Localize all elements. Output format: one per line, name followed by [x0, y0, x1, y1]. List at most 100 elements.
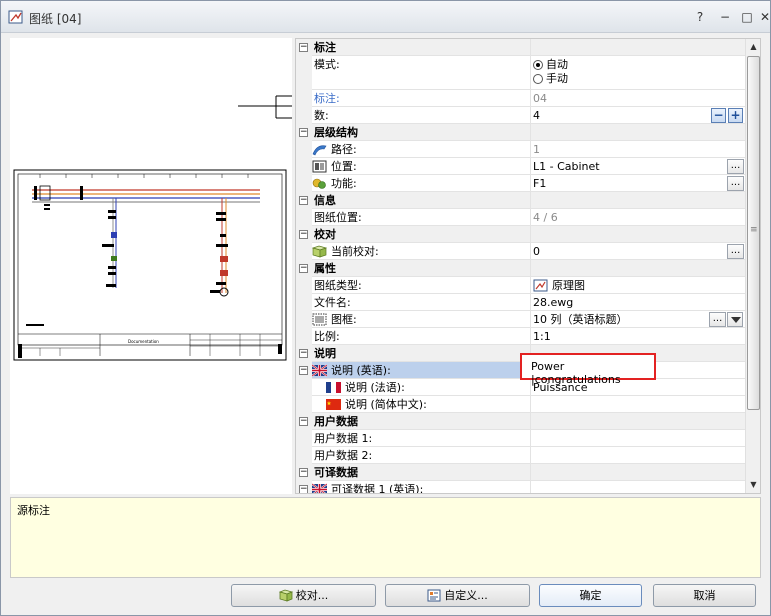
property-label-cell[interactable]: 说明 (简体中文): [312, 396, 530, 413]
property-value-cell[interactable]: 28.ewg [531, 294, 745, 311]
property-label-cell[interactable]: 比例: [312, 328, 530, 345]
property-row[interactable]: 模式: 自动 手动 [296, 56, 745, 90]
decrement-button[interactable]: − [711, 108, 726, 123]
property-label-cell[interactable]: 图框: [312, 311, 530, 328]
property-value-cell[interactable]: 1:1 [531, 328, 745, 345]
property-category-row[interactable]: − 信息 [296, 192, 745, 209]
description-english-value[interactable]: Power |congratulations [531, 360, 654, 386]
property-label-cell[interactable]: 数: [312, 107, 530, 124]
property-value-cell[interactable]: 原理图 [531, 277, 745, 294]
property-label-cell[interactable]: 路径: [312, 141, 530, 158]
property-row[interactable]: 说明 (简体中文): [296, 396, 745, 413]
property-label-cell[interactable]: 用户数据 1: [312, 430, 530, 447]
increment-button[interactable]: + [728, 108, 743, 123]
property-row[interactable]: 比例: 1:1 [296, 328, 745, 345]
property-label-cell[interactable]: 说明 (法语): [312, 379, 530, 396]
customize-button[interactable]: 自定义... [385, 584, 530, 607]
help-button[interactable]: ? [691, 9, 709, 25]
property-value-cell[interactable]: 1 [531, 141, 745, 158]
property-row[interactable]: 用户数据 2: [296, 447, 745, 464]
property-label-cell[interactable]: 功能: [312, 175, 530, 192]
property-row[interactable]: 数: 4 − + [296, 107, 745, 124]
property-category-row[interactable]: − 用户数据 [296, 413, 745, 430]
property-label-cell[interactable]: 文件名: [312, 294, 530, 311]
collapse-toggle-icon[interactable]: − [299, 468, 308, 477]
property-row[interactable]: 路径: 1 [296, 141, 745, 158]
property-label-cell[interactable]: 可译数据 [312, 464, 745, 481]
ellipsis-button[interactable]: ... [727, 159, 744, 174]
property-label-cell[interactable]: 位置: [312, 158, 530, 175]
ok-button[interactable]: 确定 [539, 584, 642, 607]
collapse-toggle-icon[interactable]: − [299, 128, 308, 137]
property-label-cell[interactable]: 用户数据 [312, 413, 745, 430]
property-label-cell[interactable]: 属性 [312, 260, 745, 277]
property-value-cell[interactable]: L1 - Cabinet [531, 158, 745, 175]
property-label: 标注 [314, 41, 336, 54]
property-category-row[interactable]: − 属性 [296, 260, 745, 277]
ellipsis-button[interactable]: ... [727, 244, 744, 259]
property-row[interactable]: 位置: L1 - Cabinet... [296, 158, 745, 175]
collapse-toggle-icon[interactable]: − [299, 349, 308, 358]
property-label-cell[interactable]: 层级结构 [312, 124, 745, 141]
property-label-cell[interactable]: 说明 (英语): [312, 362, 530, 379]
cancel-button[interactable]: 取消 [653, 584, 756, 607]
ellipsis-button[interactable]: ... [727, 176, 744, 191]
collapse-toggle-icon[interactable]: − [299, 264, 308, 273]
property-category-row[interactable]: − 校对 [296, 226, 745, 243]
property-row[interactable]: 说明 (法语): Puissance [296, 379, 745, 396]
property-label-cell[interactable]: 校对 [312, 226, 745, 243]
collapse-toggle-icon[interactable]: − [299, 417, 308, 426]
property-row[interactable]: 功能: F1... [296, 175, 745, 192]
property-label-cell[interactable]: 图纸位置: [312, 209, 530, 226]
maximize-button[interactable]: □ [738, 9, 756, 25]
property-label-cell[interactable]: 标注 [312, 39, 745, 56]
property-value-cell[interactable] [531, 447, 745, 464]
collapse-toggle-icon[interactable]: − [299, 230, 308, 239]
property-value-cell[interactable]: F1 [531, 175, 745, 192]
collapse-toggle-icon[interactable]: − [299, 366, 308, 375]
close-button[interactable]: ✕ [756, 9, 771, 25]
property-label-cell[interactable]: 当前校对: [312, 243, 530, 260]
property-label-cell[interactable]: 图纸类型: [312, 277, 530, 294]
property-label-cell[interactable]: 用户数据 2: [312, 447, 530, 464]
radio-button-icon[interactable] [533, 60, 543, 70]
property-row[interactable]: 当前校对: 0... [296, 243, 745, 260]
property-value-cell[interactable]: 自动 手动 [531, 56, 745, 90]
property-row[interactable]: 标注: 04 [296, 90, 745, 107]
minimize-button[interactable]: − [716, 9, 734, 25]
mode-radio-option[interactable]: 自动 [533, 58, 745, 72]
property-value-cell[interactable] [531, 430, 745, 447]
revision-button[interactable]: 校对... [231, 584, 376, 607]
property-row[interactable]: − 可译数据 1 (英语): [296, 481, 745, 493]
property-category-row[interactable]: − 标注 [296, 39, 745, 56]
property-value-cell[interactable]: 4 / 6 [531, 209, 745, 226]
scroll-down-arrow-icon[interactable]: ▼ [746, 477, 760, 493]
collapse-toggle-icon[interactable]: − [299, 485, 308, 493]
title-bar[interactable]: 图纸 [04] ? − □ ✕ [1, 1, 770, 33]
ellipsis-button[interactable]: ... [709, 312, 726, 327]
property-category-row[interactable]: − 层级结构 [296, 124, 745, 141]
property-row[interactable]: 用户数据 1: [296, 430, 745, 447]
property-value-cell[interactable] [531, 481, 745, 493]
description-english-editor[interactable]: Power |congratulations [520, 353, 656, 386]
property-category-row[interactable]: − 可译数据 [296, 464, 745, 481]
radio-button-icon[interactable] [533, 74, 543, 84]
collapse-toggle-icon[interactable]: − [299, 196, 308, 205]
scroll-up-arrow-icon[interactable]: ▲ [746, 39, 760, 55]
property-row[interactable]: 文件名: 28.ewg [296, 294, 745, 311]
scroll-thumb[interactable] [747, 56, 760, 410]
property-row[interactable]: 图纸位置: 4 / 6 [296, 209, 745, 226]
property-value-cell[interactable] [531, 396, 745, 413]
property-label-cell[interactable]: 标注: [312, 90, 530, 107]
collapse-toggle-icon[interactable]: − [299, 43, 308, 52]
dropdown-arrow-icon[interactable] [727, 312, 743, 327]
property-grid-scrollbar[interactable]: ▲ ▼ [745, 39, 760, 493]
property-value-cell[interactable]: 0 [531, 243, 745, 260]
property-value-cell[interactable]: 04 [531, 90, 745, 107]
property-label-cell[interactable]: 模式: [312, 56, 530, 90]
property-label-cell[interactable]: 信息 [312, 192, 745, 209]
property-row[interactable]: 图纸类型: 原理图 [296, 277, 745, 294]
property-label-cell[interactable]: 可译数据 1 (英语): [312, 481, 530, 493]
mode-radio-option[interactable]: 手动 [533, 72, 745, 86]
property-row[interactable]: 图框: 10 列（英语标题）... [296, 311, 745, 328]
